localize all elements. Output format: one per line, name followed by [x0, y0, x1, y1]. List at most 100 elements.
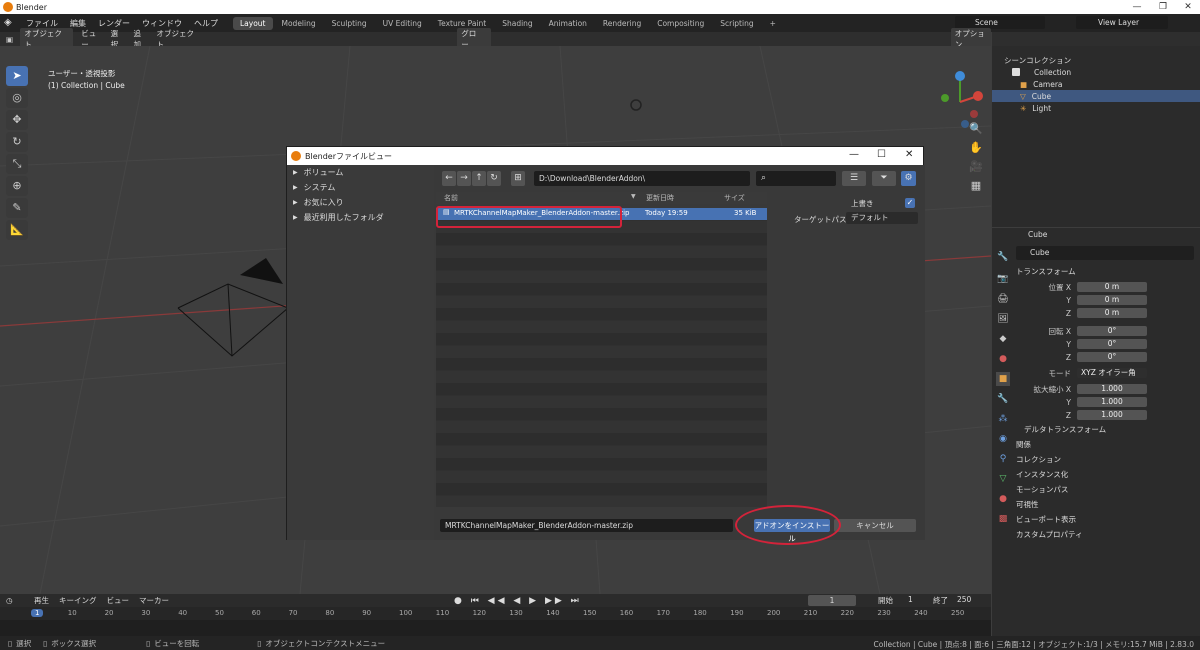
grid-toggle-icon[interactable]: ▦ — [966, 177, 986, 195]
timeline-view-menu[interactable]: ビュー — [107, 595, 130, 606]
cat-volumes[interactable]: ▶ ボリューム — [287, 165, 434, 180]
timeline-editor-icon[interactable]: ◷ — [6, 596, 28, 605]
section-visibility[interactable]: 可視性 — [992, 497, 1200, 512]
cancel-button[interactable]: キャンセル — [834, 519, 916, 532]
start-frame-field[interactable]: 1 — [908, 595, 913, 604]
path-field[interactable]: D:\Download\BlenderAddon\ — [534, 171, 750, 186]
col-name[interactable]: 名前 — [444, 193, 458, 203]
back-arrow-icon[interactable]: ← — [442, 171, 456, 186]
tool-props-icon[interactable]: 🔧 — [996, 250, 1010, 264]
menu-file[interactable]: ファイル — [20, 18, 64, 29]
parent-dir-icon[interactable]: ↑ — [472, 171, 486, 186]
tab-animation[interactable]: Animation — [542, 17, 594, 30]
editor-type-icon[interactable]: ▣ — [6, 35, 16, 44]
marker-menu[interactable]: マーカー — [139, 595, 169, 606]
sort-arrow-icon[interactable]: ▼ — [631, 193, 636, 200]
rotation-x-field[interactable]: 0° — [1077, 326, 1147, 336]
camera-view-icon[interactable]: 🎥 — [966, 158, 986, 176]
add-workspace-button[interactable]: + — [763, 17, 783, 30]
close-button[interactable]: ✕ — [1175, 0, 1200, 14]
object-props-icon[interactable]: ■ — [996, 372, 1010, 386]
tab-scripting[interactable]: Scripting — [713, 17, 760, 30]
texture-props-icon[interactable]: ▩ — [996, 512, 1010, 526]
location-y-field[interactable]: 0 m — [1077, 295, 1147, 305]
world-props-icon[interactable]: ● — [996, 352, 1010, 366]
transform-tool-icon[interactable]: ⊕ — [6, 176, 28, 196]
minimize-button[interactable]: — — [1124, 0, 1150, 14]
scale-z-field[interactable]: 1.000 — [1077, 410, 1147, 420]
outliner-row-camera[interactable]: ■ Camera — [992, 78, 1200, 90]
playback-controls[interactable]: ● ⏮ ◀◀ ◀ ▶ ▶▶ ⏭ — [454, 596, 582, 606]
output-props-icon[interactable]: 🖨 — [996, 292, 1010, 306]
outliner-row-collection[interactable]: Collection — [992, 66, 1200, 78]
section-instancing[interactable]: インスタンス化 — [992, 467, 1200, 482]
outliner-row-cube[interactable]: ▽ Cube — [992, 90, 1200, 102]
cat-system[interactable]: ▶ システム — [287, 180, 434, 195]
object-name-field[interactable]: Cube — [1016, 246, 1194, 260]
render-props-icon[interactable]: 📷 — [996, 272, 1010, 286]
view-layer-props-icon[interactable]: 🖼 — [996, 312, 1010, 326]
menu-window[interactable]: ウィンドウ — [136, 18, 188, 29]
target-path-dropdown[interactable]: デフォルト — [846, 212, 918, 224]
filter-icon[interactable]: ⏷ — [872, 171, 896, 186]
tab-compositing[interactable]: Compositing — [650, 17, 711, 30]
scene-props-icon[interactable]: ◆ — [996, 332, 1010, 346]
forward-arrow-icon[interactable]: → — [457, 171, 471, 186]
keying-menu[interactable]: キーイング — [59, 595, 97, 606]
outliner-row-light[interactable]: ✳ Light — [992, 102, 1200, 114]
tab-modeling[interactable]: Modeling — [275, 17, 323, 30]
cat-recent[interactable]: ▶ 最近利用したフォルダ — [287, 210, 434, 225]
cursor-tool-icon[interactable]: ◎ — [6, 88, 28, 108]
transform-section[interactable]: トランスフォーム — [992, 264, 1200, 279]
new-folder-icon[interactable]: ⊞ — [511, 171, 525, 186]
section-viewport-display[interactable]: ビューポート表示 — [992, 512, 1200, 527]
collection-checkbox[interactable] — [1012, 68, 1020, 76]
location-z-field[interactable]: 0 m — [1077, 308, 1147, 318]
rotation-mode-dropdown[interactable]: XYZ オイラー角 — [1077, 368, 1147, 378]
rotation-y-field[interactable]: 0° — [1077, 339, 1147, 349]
blender-menu-icon[interactable]: ◈ — [4, 17, 18, 29]
section-collections[interactable]: コレクション — [992, 452, 1200, 467]
scale-x-field[interactable]: 1.000 — [1077, 384, 1147, 394]
particles-props-icon[interactable]: ⁂ — [996, 412, 1010, 426]
location-x-field[interactable]: 0 m — [1077, 282, 1147, 292]
cat-favorites[interactable]: ▶ お気に入り — [287, 195, 434, 210]
move-tool-icon[interactable]: ✥ — [6, 110, 28, 130]
select-tool-icon[interactable]: ➤ — [6, 66, 28, 86]
constraints-props-icon[interactable]: ⚲ — [996, 452, 1010, 466]
scale-y-field[interactable]: 1.000 — [1077, 397, 1147, 407]
measure-tool-icon[interactable]: 📐 — [6, 220, 28, 240]
section-relations[interactable]: 関係 — [992, 437, 1200, 452]
settings-gear-icon[interactable]: ⚙ — [901, 171, 916, 186]
current-frame-field[interactable]: 1 — [808, 595, 856, 606]
dialog-maximize-button[interactable]: ☐ — [877, 149, 886, 160]
view-layer-selector[interactable]: View Layer — [1076, 16, 1168, 29]
menu-help[interactable]: ヘルプ — [188, 18, 224, 29]
delta-transform-section[interactable]: デルタトランスフォーム — [992, 422, 1200, 437]
col-size[interactable]: サイズ — [724, 193, 745, 203]
end-frame-field[interactable]: 250 — [957, 595, 971, 604]
section-motion-paths[interactable]: モーションパス — [992, 482, 1200, 497]
menu-edit[interactable]: 編集 — [64, 18, 92, 29]
timeline-ruler[interactable]: 1 10 20 30 40 50 60 70 80 90 100 110 120 130 140 150 160… — [0, 607, 991, 620]
overwrite-checkbox[interactable]: ✓ — [905, 198, 915, 208]
maximize-button[interactable]: ❐ — [1150, 0, 1176, 14]
scale-tool-icon[interactable]: ⤡ — [6, 154, 28, 174]
dialog-minimize-button[interactable]: — — [849, 149, 859, 160]
menu-render[interactable]: レンダー — [92, 18, 136, 29]
tab-layout[interactable]: Layout — [233, 16, 273, 30]
material-props-icon[interactable]: ● — [996, 492, 1010, 506]
display-mode-icon[interactable]: ☰ — [842, 171, 866, 186]
physics-props-icon[interactable]: ◉ — [996, 432, 1010, 446]
col-date[interactable]: 更新日時 — [646, 193, 674, 203]
scene-collection-row[interactable]: シーンコレクション — [992, 54, 1200, 66]
refresh-icon[interactable]: ↻ — [487, 171, 501, 186]
filename-field[interactable]: MRTKChannelMapMaker_BlenderAddon-master.… — [440, 519, 733, 532]
zoom-icon[interactable]: 🔍 — [966, 120, 986, 138]
tab-shading[interactable]: Shading — [495, 17, 539, 30]
search-field[interactable]: ⌕ — [756, 171, 836, 186]
data-props-icon[interactable]: ▽ — [996, 472, 1010, 486]
rotation-z-field[interactable]: 0° — [1077, 352, 1147, 362]
tab-rendering[interactable]: Rendering — [596, 17, 648, 30]
section-custom-properties[interactable]: カスタムプロパティ — [992, 527, 1200, 542]
